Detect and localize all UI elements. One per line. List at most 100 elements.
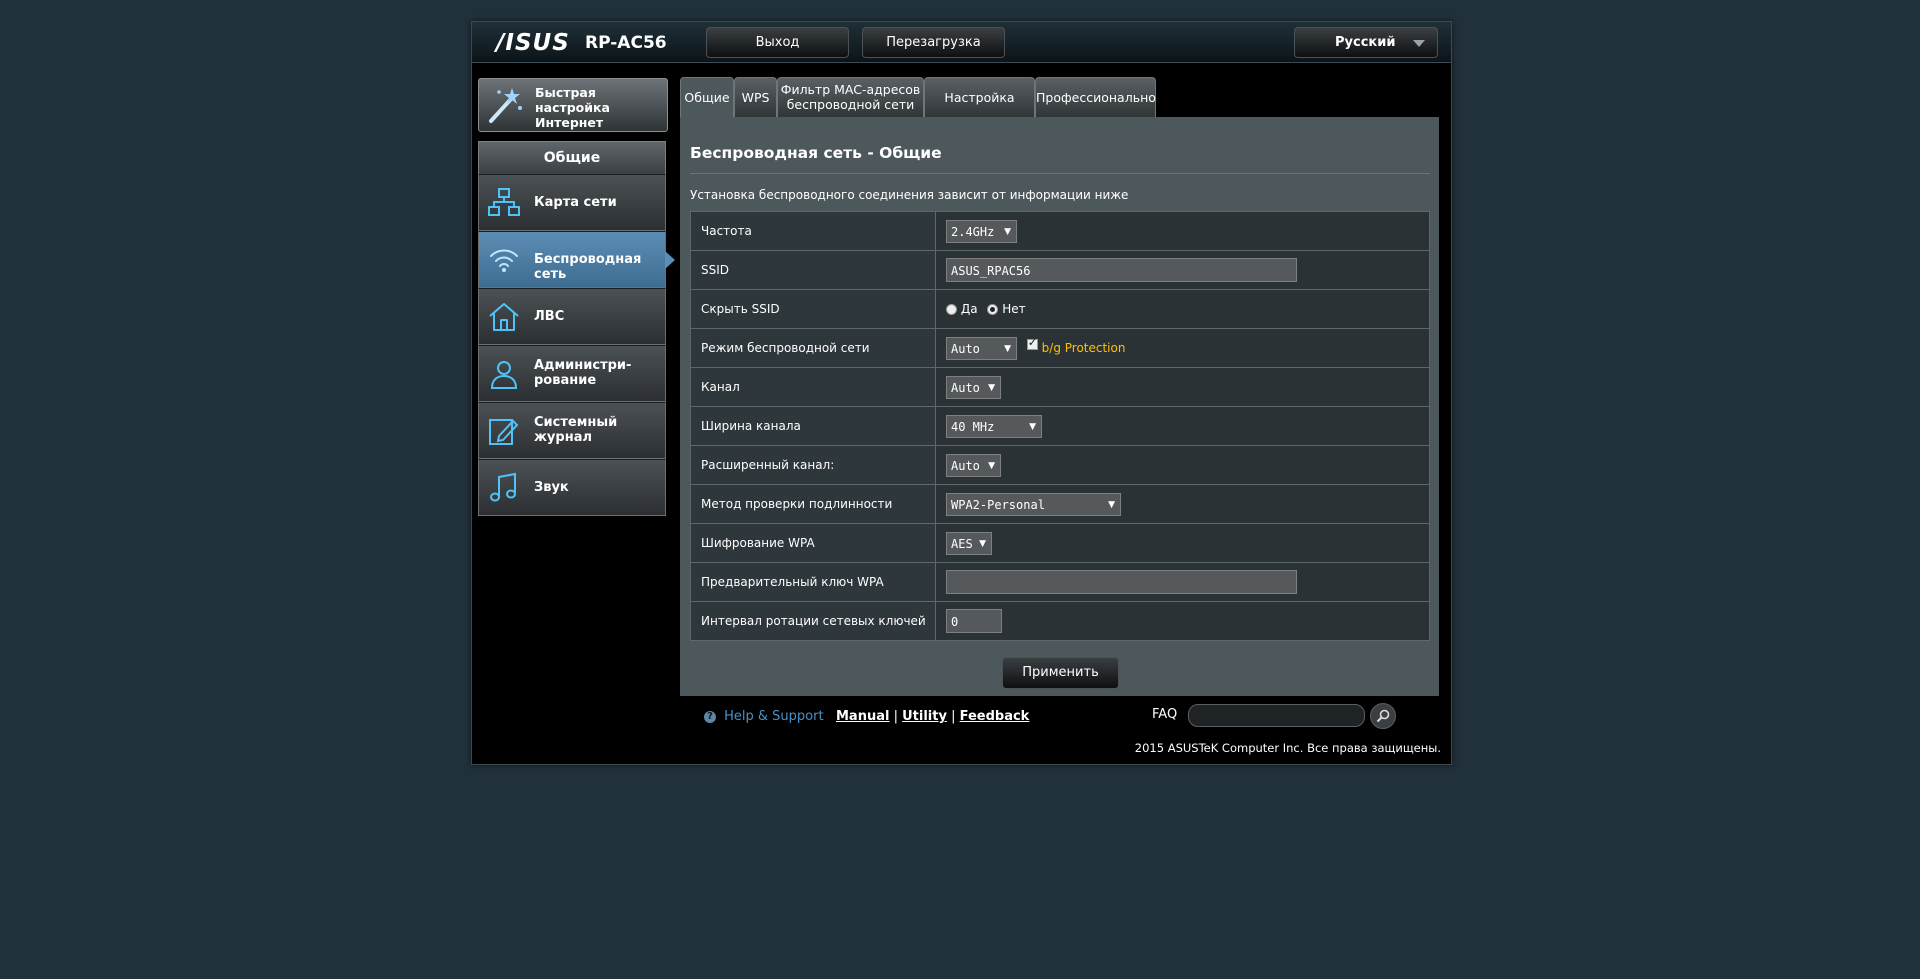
asus-logo: /ISUS [496, 30, 570, 56]
sidebar-item-label: Беспроводная сеть [534, 252, 642, 282]
search-icon [1376, 709, 1390, 723]
table-row: Шифрование WPA AES ▼ [690, 523, 1430, 563]
wifi-icon [490, 249, 518, 272]
auth-method-value: WPA2-Personal [951, 497, 1045, 512]
table-row: Режим беспроводной сети Auto ▼ b/g Protec… [690, 328, 1430, 368]
apply-button[interactable]: Применить [1002, 657, 1119, 689]
frequency-label: Частота [690, 211, 936, 251]
footer-help: ? Help & Support Manual | Utility | Feed… [704, 709, 1029, 724]
hide-ssid-label: Скрыть SSID [690, 289, 936, 329]
hide-ssid-yes-radio[interactable] [946, 304, 957, 315]
sidebar-item-lan[interactable]: ЛВС [478, 288, 666, 345]
table-row: Расширенный канал: Auto ▼ [690, 445, 1430, 485]
wireless-mode-value: Auto [951, 341, 980, 356]
manual-link[interactable]: Manual [836, 709, 889, 724]
ext-channel-select[interactable]: Auto ▼ [946, 453, 1001, 477]
quick-setup-label: Быстрая настройка Интернет [535, 85, 610, 130]
question-icon: ? [704, 710, 716, 723]
tab-professional[interactable]: Профессионально [1035, 77, 1156, 117]
logout-button[interactable]: Выход [706, 27, 849, 58]
sidebar-item-wireless[interactable]: Беспроводная сеть [478, 231, 675, 288]
page-title: Беспроводная сеть - Общие [690, 144, 942, 162]
hide-ssid-no-label: Нет [1002, 302, 1026, 316]
ssid-label: SSID [690, 250, 936, 290]
tab-general[interactable]: Общие [680, 77, 734, 117]
dropdown-arrow-icon: ▼ [1004, 226, 1011, 237]
bandwidth-select[interactable]: 40 MHz ▼ [946, 414, 1042, 438]
wpa-key-input[interactable] [946, 570, 1297, 594]
channel-select[interactable]: Auto ▼ [946, 375, 1001, 399]
sidebar-item-label: Карта сети [534, 195, 617, 210]
tab-wps[interactable]: WPS [734, 77, 777, 117]
dropdown-arrow-icon: ▼ [979, 538, 986, 549]
hide-ssid-no-radio[interactable] [987, 304, 999, 315]
home-icon [489, 303, 519, 331]
language-label: Русский [1335, 35, 1396, 50]
tab-radius[interactable]: Настройка RADIUS [924, 77, 1035, 144]
top-header: /ISUS RP-AC56 Выход Перезагрузка Русский [472, 22, 1451, 63]
wpa-key-label: Предварительный ключ WPA [690, 562, 936, 602]
dropdown-arrow-icon: ▼ [1108, 499, 1115, 510]
dropdown-arrow-icon: ▼ [988, 382, 995, 393]
dropdown-arrow-icon: ▼ [1004, 343, 1011, 354]
table-row: Частота 2.4GHz ▼ [690, 211, 1430, 251]
chevron-down-icon [1413, 40, 1425, 47]
wpa-encryption-select[interactable]: AES ▼ [946, 531, 992, 555]
table-row: Скрыть SSID Да Нет [690, 289, 1430, 329]
wireless-mode-select[interactable]: Auto ▼ [946, 336, 1017, 360]
sidebar-item-network-map[interactable]: Карта сети [478, 174, 666, 231]
music-note-icon [490, 472, 516, 502]
tab-label: WPS [741, 90, 770, 105]
copyright: 2015 ASUSTeK Computer Inc. Все права защ… [1134, 741, 1441, 755]
table-row: SSID ASUS_RPAC56 [690, 250, 1430, 290]
faq-search-input[interactable] [1188, 704, 1365, 727]
reboot-button[interactable]: Перезагрузка [862, 27, 1005, 58]
frequency-select[interactable]: 2.4GHz ▼ [946, 219, 1017, 243]
utility-link[interactable]: Utility [902, 709, 947, 724]
tab-label: Фильтр MAC-адресов беспроводной сети [780, 82, 921, 112]
help-support-link[interactable]: Help & Support [724, 709, 823, 724]
separator: | [893, 709, 898, 724]
wireless-mode-label: Режим беспроводной сети [690, 328, 936, 368]
ssid-input[interactable]: ASUS_RPAC56 [946, 258, 1297, 282]
language-select[interactable]: Русский [1294, 27, 1438, 58]
feedback-link[interactable]: Feedback [960, 709, 1030, 724]
key-rotation-label: Интервал ротации сетевых ключей [690, 601, 936, 641]
tab-mac-filter[interactable]: Фильтр MAC-адресов беспроводной сети [777, 77, 924, 117]
bg-protection-label: b/g Protection [1041, 340, 1126, 355]
bg-protection-checkbox[interactable] [1026, 336, 1038, 350]
faq-search-button[interactable] [1370, 703, 1396, 729]
bandwidth-value: 40 MHz [951, 419, 995, 434]
channel-label: Канал [690, 367, 936, 407]
auth-method-label: Метод проверки подлинности [690, 484, 936, 524]
sidebar-item-label: Звук [534, 480, 569, 495]
ext-channel-label: Расширенный канал: [690, 445, 936, 485]
model-name: RP-AC56 [585, 33, 667, 53]
frequency-value: 2.4GHz [951, 224, 995, 239]
sidebar-item-system-log[interactable]: Системный журнал [478, 402, 666, 459]
sidebar-item-label: Администри-рование [534, 358, 632, 388]
faq-label: FAQ [1152, 707, 1178, 722]
tab-label: Профессионально [1036, 90, 1156, 105]
sidebar-item-label: Системный журнал [534, 415, 618, 445]
table-row: Ширина канала 40 MHz ▼ [690, 406, 1430, 446]
dropdown-arrow-icon: ▼ [988, 460, 995, 471]
key-rotation-input[interactable]: 0 [946, 609, 1002, 633]
ext-channel-value: Auto [951, 458, 980, 473]
title-divider [690, 173, 1430, 174]
table-row: Канал Auto ▼ [690, 367, 1430, 407]
router-admin-window: /ISUS RP-AC56 Выход Перезагрузка Русский… [471, 21, 1452, 765]
sidebar-item-administration[interactable]: Администри-рование [478, 345, 666, 402]
table-row: Предварительный ключ WPA [690, 562, 1430, 602]
content-panel: Беспроводная сеть - Общие Установка бесп… [680, 117, 1439, 696]
page-description: Установка беспроводного соединения завис… [690, 188, 1129, 202]
wireless-settings-table: Частота 2.4GHz ▼ SSID ASUS_RPAC56 Скрыть … [690, 211, 1430, 641]
network-map-icon [488, 188, 520, 216]
sidebar-item-label: ЛВС [534, 309, 565, 324]
quick-internet-setup-button[interactable]: Быстрая настройка Интернет [478, 78, 668, 132]
sidebar-item-sound[interactable]: Звук [478, 459, 666, 516]
auth-method-select[interactable]: WPA2-Personal ▼ [946, 492, 1121, 516]
tab-label: Общие [684, 90, 730, 105]
channel-value: Auto [951, 380, 980, 395]
sidebar-section-title: Общие [478, 141, 666, 174]
